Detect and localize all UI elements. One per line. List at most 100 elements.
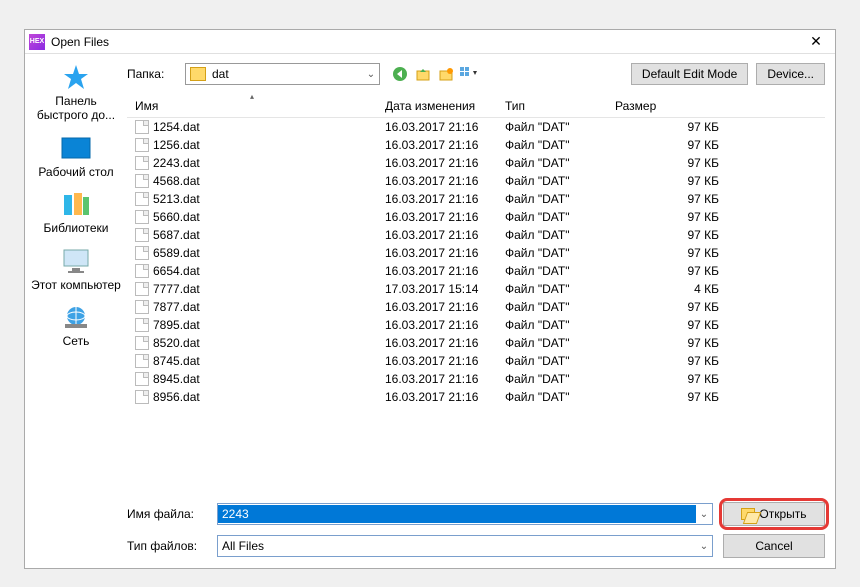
table-row[interactable]: 1256.dat16.03.2017 21:16Файл "DAT"97 КБ: [127, 136, 825, 154]
table-row[interactable]: 7777.dat17.03.2017 15:14Файл "DAT"4 КБ: [127, 280, 825, 298]
up-folder-icon[interactable]: [413, 64, 433, 84]
file-name-cell: 4568.dat: [127, 174, 377, 189]
sidebar-item-libraries[interactable]: Библиотеки: [31, 189, 121, 235]
file-icon: [135, 282, 149, 296]
filetype-row: Тип файлов: All Files ⌄ Cancel: [127, 534, 825, 558]
file-type-cell: Файл "DAT": [497, 264, 607, 278]
back-icon[interactable]: [390, 64, 410, 84]
file-size-cell: 4 КБ: [607, 282, 727, 296]
file-type-cell: Файл "DAT": [497, 300, 607, 314]
table-row[interactable]: 8956.dat16.03.2017 21:16Файл "DAT"97 КБ: [127, 388, 825, 406]
file-icon: [135, 192, 149, 206]
file-icon: [135, 120, 149, 134]
table-row[interactable]: 5213.dat16.03.2017 21:16Файл "DAT"97 КБ: [127, 190, 825, 208]
file-date-cell: 16.03.2017 21:16: [377, 210, 497, 224]
file-date-cell: 16.03.2017 21:16: [377, 174, 497, 188]
sidebar-item-desktop[interactable]: Рабочий стол: [31, 133, 121, 179]
file-list: ▴Имя Дата изменения Тип Размер 1254.dat1…: [127, 94, 825, 492]
places-sidebar: Панель быстрого до... Рабочий стол Библи…: [25, 54, 127, 492]
sidebar-item-quick-access[interactable]: Панель быстрого до...: [31, 62, 121, 123]
table-row[interactable]: 7877.dat16.03.2017 21:16Файл "DAT"97 КБ: [127, 298, 825, 316]
cancel-button[interactable]: Cancel: [723, 534, 825, 558]
table-row[interactable]: 6654.dat16.03.2017 21:16Файл "DAT"97 КБ: [127, 262, 825, 280]
table-row[interactable]: 8520.dat16.03.2017 21:16Файл "DAT"97 КБ: [127, 334, 825, 352]
folder-label: Папка:: [127, 67, 177, 81]
table-row[interactable]: 7895.dat16.03.2017 21:16Файл "DAT"97 КБ: [127, 316, 825, 334]
file-date-cell: 16.03.2017 21:16: [377, 120, 497, 134]
sort-asc-icon: ▴: [250, 94, 254, 101]
main-panel: Папка: dat ⌄ Default Edit Mode Device...: [127, 54, 835, 492]
new-folder-icon[interactable]: [436, 64, 456, 84]
file-icon: [135, 336, 149, 350]
file-type-cell: Файл "DAT": [497, 318, 607, 332]
folder-dropdown[interactable]: dat ⌄: [185, 63, 380, 85]
filetype-value: All Files: [218, 537, 696, 555]
file-name-cell: 8956.dat: [127, 390, 377, 405]
column-header-size[interactable]: Размер: [607, 94, 727, 117]
default-edit-mode-button[interactable]: Default Edit Mode: [631, 63, 748, 85]
file-date-cell: 16.03.2017 21:16: [377, 336, 497, 350]
column-header-date[interactable]: Дата изменения: [377, 94, 497, 117]
open-file-dialog: HEX Open Files ✕ Панель быстрого до... Р…: [24, 29, 836, 569]
sidebar-item-network[interactable]: Сеть: [31, 302, 121, 348]
column-headers: ▴Имя Дата изменения Тип Размер: [127, 94, 825, 118]
table-row[interactable]: 6589.dat16.03.2017 21:16Файл "DAT"97 КБ: [127, 244, 825, 262]
chevron-down-icon: ⌄: [696, 509, 712, 520]
file-type-cell: Файл "DAT": [497, 192, 607, 206]
file-date-cell: 16.03.2017 21:16: [377, 318, 497, 332]
file-icon: [135, 354, 149, 368]
filename-input[interactable]: 2243 ⌄: [217, 503, 713, 525]
file-icon: [135, 210, 149, 224]
table-row[interactable]: 5687.dat16.03.2017 21:16Файл "DAT"97 КБ: [127, 226, 825, 244]
file-name-cell: 7777.dat: [127, 282, 377, 297]
file-type-cell: Файл "DAT": [497, 390, 607, 404]
file-date-cell: 16.03.2017 21:16: [377, 354, 497, 368]
open-button[interactable]: Открыть: [723, 502, 825, 526]
file-date-cell: 16.03.2017 21:16: [377, 228, 497, 242]
chevron-down-icon: ⌄: [363, 69, 379, 80]
open-folder-icon: [741, 508, 755, 520]
file-name-cell: 6589.dat: [127, 246, 377, 261]
chevron-down-icon: ⌄: [696, 541, 712, 552]
device-button[interactable]: Device...: [756, 63, 825, 85]
dialog-body: Панель быстрого до... Рабочий стол Библи…: [25, 54, 835, 492]
file-type-cell: Файл "DAT": [497, 210, 607, 224]
table-row[interactable]: 4568.dat16.03.2017 21:16Файл "DAT"97 КБ: [127, 172, 825, 190]
column-header-name[interactable]: ▴Имя: [127, 94, 377, 117]
file-icon: [135, 264, 149, 278]
file-size-cell: 97 КБ: [607, 174, 727, 188]
table-row[interactable]: 8945.dat16.03.2017 21:16Файл "DAT"97 КБ: [127, 370, 825, 388]
file-name-cell: 7877.dat: [127, 300, 377, 315]
close-icon[interactable]: ✕: [801, 33, 831, 50]
view-menu-icon[interactable]: [459, 64, 479, 84]
table-row[interactable]: 8745.dat16.03.2017 21:16Файл "DAT"97 КБ: [127, 352, 825, 370]
file-name-cell: 5213.dat: [127, 192, 377, 207]
file-type-cell: Файл "DAT": [497, 246, 607, 260]
file-icon: [135, 300, 149, 314]
file-icon: [135, 228, 149, 242]
file-date-cell: 17.03.2017 15:14: [377, 282, 497, 296]
star-icon: [58, 62, 94, 92]
file-type-cell: Файл "DAT": [497, 174, 607, 188]
file-type-cell: Файл "DAT": [497, 138, 607, 152]
network-icon: [58, 302, 94, 332]
nav-icons: [390, 64, 479, 84]
file-icon: [135, 390, 149, 404]
file-name-cell: 8945.dat: [127, 372, 377, 387]
table-row[interactable]: 1254.dat16.03.2017 21:16Файл "DAT"97 КБ: [127, 118, 825, 136]
file-name-cell: 7895.dat: [127, 318, 377, 333]
file-size-cell: 97 КБ: [607, 246, 727, 260]
filetype-label: Тип файлов:: [127, 539, 207, 553]
sidebar-item-this-pc[interactable]: Этот компьютер: [31, 246, 121, 292]
column-header-type[interactable]: Тип: [497, 94, 607, 117]
sidebar-item-label: Рабочий стол: [38, 165, 113, 179]
filetype-dropdown[interactable]: All Files ⌄: [217, 535, 713, 557]
file-date-cell: 16.03.2017 21:16: [377, 264, 497, 278]
file-date-cell: 16.03.2017 21:16: [377, 300, 497, 314]
table-row[interactable]: 2243.dat16.03.2017 21:16Файл "DAT"97 КБ: [127, 154, 825, 172]
table-row[interactable]: 5660.dat16.03.2017 21:16Файл "DAT"97 КБ: [127, 208, 825, 226]
file-date-cell: 16.03.2017 21:16: [377, 138, 497, 152]
sidebar-item-label: Этот компьютер: [31, 278, 121, 292]
file-name-cell: 6654.dat: [127, 264, 377, 279]
file-date-cell: 16.03.2017 21:16: [377, 192, 497, 206]
